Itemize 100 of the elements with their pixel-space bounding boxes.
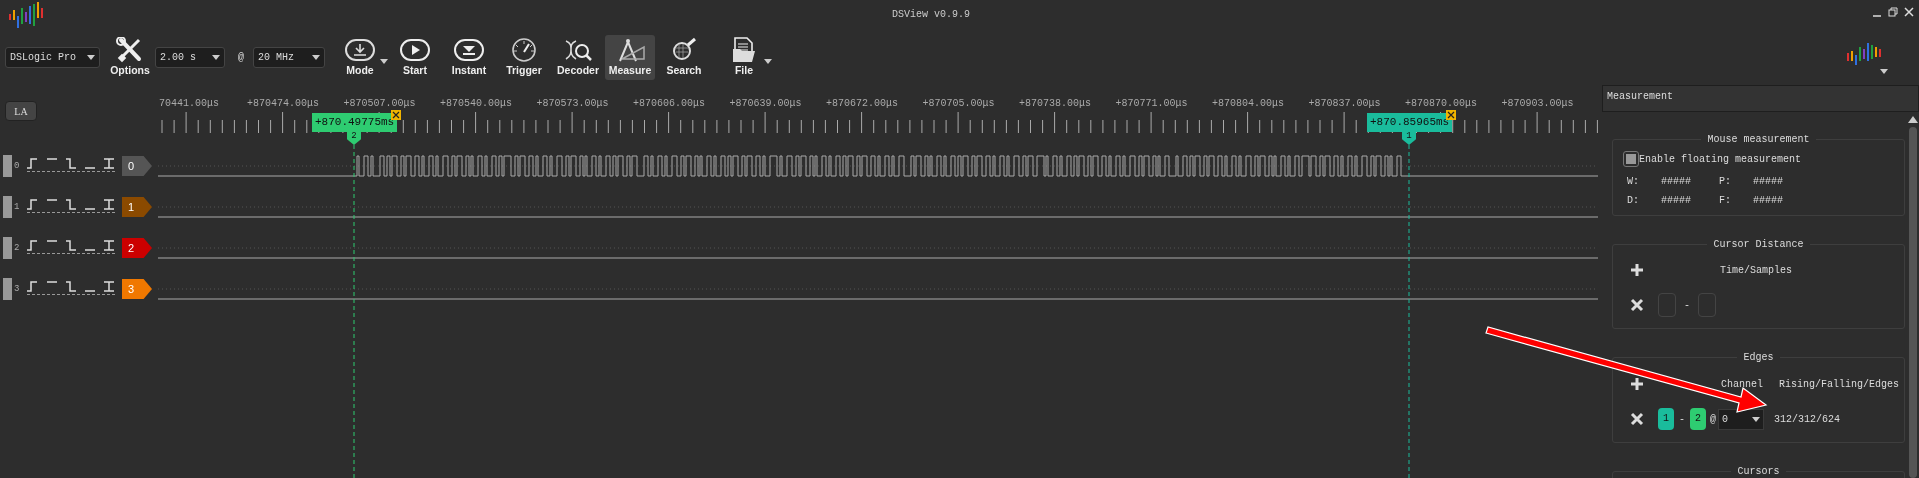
separator: - bbox=[1684, 298, 1690, 313]
field-value: ##### bbox=[1661, 194, 1692, 208]
toolbar-button[interactable]: Instant bbox=[445, 35, 493, 80]
group-title: Edges bbox=[1737, 352, 1780, 363]
field-value: ##### bbox=[1661, 175, 1692, 189]
rising-edge-icon[interactable] bbox=[27, 158, 39, 169]
field-label: W: bbox=[1627, 175, 1640, 189]
at-label: @ bbox=[238, 51, 245, 65]
close-icon[interactable] bbox=[1446, 110, 1457, 120]
channel-handle[interactable] bbox=[3, 196, 12, 218]
time-label: +870540.00μs bbox=[440, 98, 512, 109]
add-icon[interactable] bbox=[1630, 263, 1644, 277]
channel-index: 1 bbox=[14, 201, 21, 214]
group-title: Mouse measurement bbox=[1701, 134, 1816, 145]
separator: - bbox=[1679, 412, 1685, 427]
channel-index: 0 bbox=[14, 160, 21, 173]
falling-edge-icon[interactable] bbox=[65, 158, 77, 169]
duration-select[interactable]: 2.00 s bbox=[155, 47, 225, 68]
double-edge-icon[interactable] bbox=[103, 199, 115, 210]
time-label: +870771.00μs bbox=[1115, 98, 1188, 109]
cursor-handle[interactable]: 2 bbox=[347, 132, 361, 145]
time-label: +870870.00μs bbox=[1405, 98, 1477, 109]
field-value: ##### bbox=[1753, 175, 1784, 189]
rising-edge-icon[interactable] bbox=[27, 240, 39, 251]
time-label: +870672.00μs bbox=[826, 98, 898, 109]
rate-select[interactable]: 20 MHz bbox=[253, 47, 325, 68]
time-label: +870573.00μs bbox=[536, 98, 609, 109]
cursor-line[interactable] bbox=[353, 144, 355, 478]
rising-edge-icon[interactable] bbox=[27, 281, 39, 292]
channel-tag[interactable]: 0 bbox=[122, 156, 152, 176]
toolbar-button[interactable]: Trigger bbox=[500, 35, 548, 80]
toolbar-button[interactable]: Start bbox=[392, 35, 438, 80]
group-title: Cursors bbox=[1731, 466, 1786, 477]
menu-button[interactable] bbox=[1877, 69, 1891, 74]
remove-icon[interactable] bbox=[1630, 412, 1644, 426]
toolbar-button[interactable]: Options bbox=[108, 35, 152, 80]
cursor-line[interactable] bbox=[1408, 144, 1410, 478]
play-icon bbox=[399, 36, 431, 63]
field-value: ##### bbox=[1753, 194, 1784, 208]
caret-icon bbox=[1880, 69, 1888, 74]
channel-tag[interactable]: 2 bbox=[122, 238, 152, 258]
channel-handle[interactable] bbox=[3, 237, 12, 259]
caret-icon bbox=[87, 55, 95, 60]
falling-edge-icon[interactable] bbox=[65, 281, 77, 292]
time-label: +870606.00μs bbox=[633, 98, 705, 109]
checkbox[interactable] bbox=[1623, 151, 1639, 167]
edge-count: 312/312/624 bbox=[1774, 412, 1841, 427]
cursor-badge[interactable]: 2 bbox=[1690, 408, 1706, 430]
close-icon[interactable] bbox=[391, 110, 402, 120]
toolbar-button[interactable]: Measure bbox=[605, 35, 655, 80]
time-label: +870903.00μs bbox=[1501, 98, 1574, 109]
column-header: Channel bbox=[1721, 377, 1763, 392]
time-label: +870639.00μs bbox=[729, 98, 802, 109]
restore-button[interactable] bbox=[1885, 7, 1901, 17]
time-label: +870507.00μs bbox=[343, 98, 416, 109]
cursor-flag[interactable]: +870.49775ms bbox=[312, 113, 398, 132]
falling-edge-icon[interactable] bbox=[65, 240, 77, 251]
channel-select[interactable]: 0 bbox=[1718, 408, 1765, 430]
channel-tag[interactable]: 1 bbox=[122, 197, 152, 217]
close-button[interactable] bbox=[1901, 7, 1917, 17]
falling-edge-icon[interactable] bbox=[65, 199, 77, 210]
column-header: Rising/Falling/Edges bbox=[1779, 377, 1900, 392]
time-label: +870804.00μs bbox=[1212, 98, 1284, 109]
channel-index: 3 bbox=[14, 283, 21, 296]
checkbox-label: Enable floating measurement bbox=[1639, 152, 1802, 167]
field-label: F: bbox=[1719, 194, 1732, 208]
cursor-flag[interactable]: +870.85965ms bbox=[1367, 113, 1453, 132]
toolbar-button[interactable]: Decoder bbox=[553, 35, 603, 80]
remove-icon[interactable] bbox=[1630, 298, 1644, 312]
channel-handle[interactable] bbox=[3, 278, 12, 300]
time-label: +870837.00μs bbox=[1308, 98, 1381, 109]
device-select[interactable]: DSLogic Pro bbox=[5, 47, 100, 68]
rising-edge-icon[interactable] bbox=[27, 199, 39, 210]
download-icon bbox=[344, 36, 376, 63]
channel-handle[interactable] bbox=[3, 155, 12, 177]
group-title: Cursor Distance bbox=[1707, 239, 1810, 250]
toolbar-button[interactable]: Search bbox=[660, 35, 708, 80]
time-label: 70441.00μs bbox=[159, 98, 219, 109]
caret-icon bbox=[1752, 416, 1761, 422]
toolbar-button[interactable]: File bbox=[716, 35, 772, 80]
column-header: Time/Samples bbox=[1720, 263, 1792, 278]
scrollbar-thumb[interactable] bbox=[1909, 127, 1917, 478]
close-icon bbox=[1904, 7, 1914, 17]
restore-icon bbox=[1888, 7, 1898, 17]
double-edge-icon[interactable] bbox=[103, 240, 115, 251]
add-icon[interactable] bbox=[1630, 377, 1644, 391]
field-label: P: bbox=[1719, 175, 1732, 189]
time-label: +870474.00μs bbox=[247, 98, 319, 109]
window-title: DSView v0.9.9 bbox=[892, 8, 970, 22]
caret-icon bbox=[312, 55, 320, 60]
mode-badge-button[interactable]: LA bbox=[5, 101, 37, 121]
double-edge-icon[interactable] bbox=[103, 281, 115, 292]
cursor-handle[interactable]: 1 bbox=[1402, 132, 1416, 145]
caret-icon bbox=[212, 55, 220, 60]
double-edge-icon[interactable] bbox=[103, 158, 115, 169]
panel-title: Measurement bbox=[1602, 85, 1919, 112]
scroll-up-icon[interactable] bbox=[1908, 116, 1918, 123]
time-label: +870738.00μs bbox=[1019, 98, 1091, 109]
cursor-badge[interactable]: 1 bbox=[1658, 408, 1674, 430]
toolbar-button[interactable]: Mode bbox=[332, 35, 388, 80]
